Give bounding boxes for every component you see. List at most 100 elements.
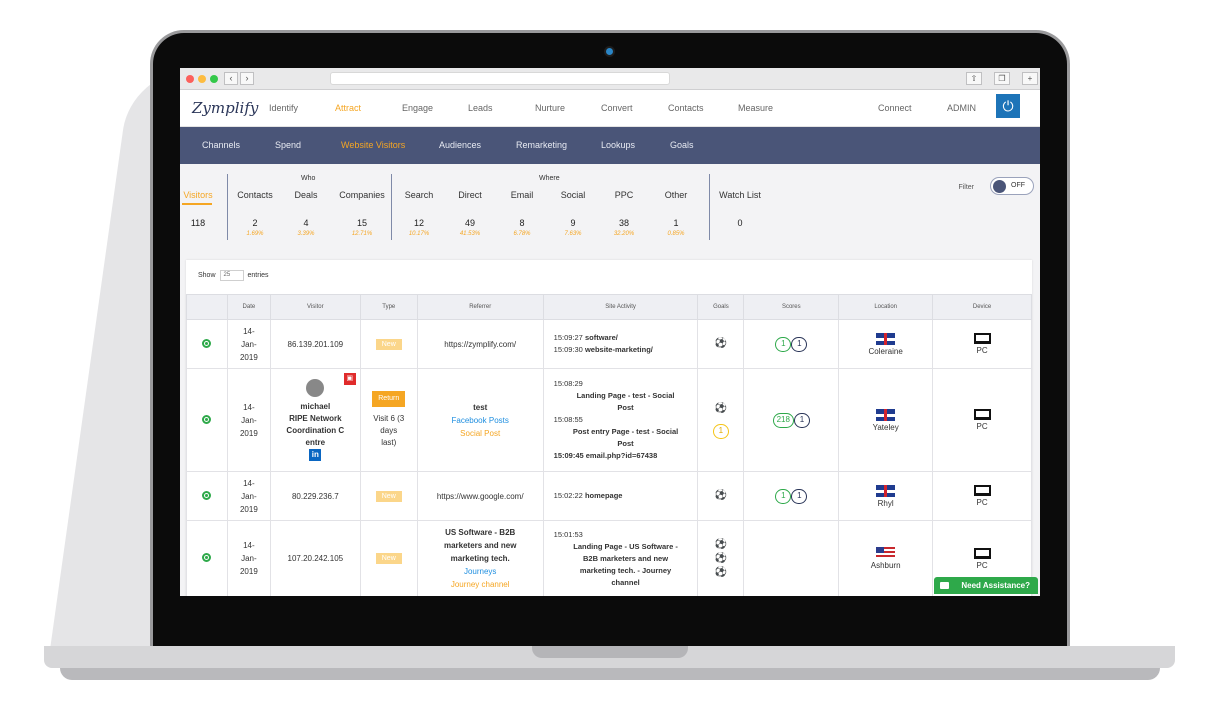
address-bar[interactable] <box>330 72 670 85</box>
column-header-type[interactable]: Type <box>359 294 418 320</box>
stat-label: PPC <box>614 190 634 200</box>
referrer-channel-link[interactable]: Journey channel <box>418 578 543 591</box>
soccer-ball-icon: ⚽ <box>714 566 728 578</box>
referrer-url[interactable]: https://www.google.com/ <box>416 471 544 521</box>
column-header-location[interactable]: Location <box>838 294 934 320</box>
referrer-cell: test Facebook Posts Social Post <box>416 368 544 472</box>
device-name: PC <box>976 422 988 431</box>
column-header-goals[interactable]: Goals <box>697 294 745 320</box>
share-icon[interactable]: ⇧ <box>966 72 982 85</box>
column-header-scores[interactable]: Scores <box>743 294 840 320</box>
stat-label: Search <box>404 190 434 200</box>
online-status-icon[interactable] <box>202 553 212 562</box>
stat-percent: 0.85% <box>667 231 685 237</box>
nav-nurture[interactable]: Nurture <box>535 103 565 113</box>
table-row[interactable]: 14- Jan- 2019 80.229.236.7 New https://w… <box>186 471 1032 521</box>
online-status-icon[interactable] <box>202 338 212 348</box>
goal-count-badge: 1 <box>712 423 729 439</box>
nav-measure[interactable]: Measure <box>738 103 773 113</box>
activity-page[interactable]: Landing Page - US Software - <box>554 541 698 553</box>
activity-page[interactable]: marketing tech. - Journey <box>554 565 698 577</box>
site-activity-cell: 15:08:29 Landing Page - test - Social Po… <box>542 368 699 472</box>
nav-attract[interactable]: Attract <box>335 103 361 113</box>
activity-page[interactable]: channel <box>554 577 698 589</box>
nav-contacts[interactable]: Contacts <box>668 103 704 113</box>
table-row[interactable]: 14- Jan- 2019 86.139.201.109 New https:/… <box>186 319 1032 369</box>
activity-page[interactable]: Landing Page - test - Social <box>554 390 698 402</box>
nav-identify[interactable]: Identify <box>269 103 298 113</box>
date-cell: 14- Jan- 2019 <box>226 520 271 596</box>
visitor-name[interactable]: michael <box>271 401 360 413</box>
score-badge: 218 <box>772 412 794 428</box>
back-arrow-icon[interactable]: ‹ <box>224 72 238 85</box>
subnav-goals[interactable]: Goals <box>670 140 694 150</box>
nav-connect[interactable]: Connect <box>878 103 912 113</box>
minimize-window-icon[interactable] <box>198 74 206 83</box>
subnav-website-visitors[interactable]: Website Visitors <box>341 140 405 150</box>
tabs-icon[interactable]: ❐ <box>994 72 1010 85</box>
subnav-audiences[interactable]: Audiences <box>439 140 481 150</box>
subnav-spend[interactable]: Spend <box>275 140 301 150</box>
app-logo[interactable]: Zymplify <box>192 99 270 117</box>
location-cell: Ashburn <box>838 520 934 596</box>
activity-page[interactable]: Post <box>554 402 698 414</box>
activity-page[interactable]: Post <box>554 438 698 450</box>
activity-time: 15:01:53 <box>553 529 583 539</box>
nav-convert[interactable]: Convert <box>601 103 633 113</box>
online-status-icon[interactable] <box>202 490 212 500</box>
online-status-icon[interactable] <box>202 414 212 424</box>
power-icon[interactable]: ⏻ <box>996 94 1020 118</box>
stat-label: Watch List <box>719 190 761 200</box>
subnav-lookups[interactable]: Lookups <box>601 140 635 150</box>
contact-card-icon[interactable]: ▣ <box>343 373 356 385</box>
need-assistance-button[interactable]: Need Assistance? <box>934 577 1038 594</box>
forward-arrow-icon[interactable]: › <box>240 72 254 85</box>
linkedin-icon[interactable]: in <box>309 449 322 461</box>
soccer-ball-icon: ⚽ <box>714 490 728 501</box>
scores-cell: 11 <box>743 319 840 369</box>
table-row[interactable]: 14- Jan- 2019 107.20.242.105 New US Soft… <box>186 520 1032 596</box>
referrer-source-link[interactable]: Facebook Posts <box>418 414 543 427</box>
stat-value: 49 <box>464 218 475 228</box>
soccer-ball-icon: ⚽ <box>714 538 728 550</box>
subnav-channels[interactable]: Channels <box>202 140 240 150</box>
column-header-referrer[interactable]: Referrer <box>416 294 544 320</box>
activity-page[interactable]: homepage <box>585 491 623 500</box>
nav-leads[interactable]: Leads <box>468 103 493 113</box>
referrer-url[interactable]: https://zymplify.com/ <box>416 319 544 369</box>
table-row[interactable]: 14- Jan- 2019 ▣ michael RIPE Network Coo… <box>186 368 1032 472</box>
new-tab-icon[interactable]: + <box>1022 72 1038 85</box>
score-badge: 1 <box>793 412 810 428</box>
subnav-remarketing[interactable]: Remarketing <box>516 140 567 150</box>
column-header-date[interactable]: Date <box>226 294 271 320</box>
visitors-table: Date Visitor Type Referrer Site Activity… <box>186 294 1032 596</box>
stat-percent: 1.69% <box>246 231 264 237</box>
filter-toggle[interactable]: OFF <box>990 177 1034 195</box>
stat-label: Companies <box>339 190 385 200</box>
referrer-channel-link[interactable]: Social Post <box>418 427 543 440</box>
soccer-ball-icon: ⚽ <box>714 338 728 349</box>
stat-value: 118 <box>190 218 206 228</box>
nav-engage[interactable]: Engage <box>402 103 433 113</box>
column-header-visitor[interactable]: Visitor <box>269 294 361 320</box>
activity-page[interactable]: software/ <box>585 333 618 342</box>
column-header-site-activity[interactable]: Site Activity <box>542 294 699 320</box>
stat-value: 15 <box>356 218 367 228</box>
activity-page[interactable]: B2B marketers and new <box>554 553 698 565</box>
maximize-window-icon[interactable] <box>210 74 218 83</box>
entries-select[interactable]: 25 <box>219 270 244 281</box>
close-window-icon[interactable] <box>186 74 194 83</box>
activity-page[interactable]: Post entry Page - test - Social <box>554 426 698 438</box>
activity-page[interactable]: website-marketing/ <box>585 345 653 354</box>
visitor-cell[interactable]: ▣ michael RIPE Network Coordination C en… <box>269 368 361 472</box>
visitor-ip[interactable]: 86.139.201.109 <box>269 319 361 369</box>
date-cell: 14- Jan- 2019 <box>226 368 271 472</box>
column-header-device[interactable]: Device <box>932 294 1032 320</box>
visitor-ip[interactable]: 107.20.242.105 <box>269 520 361 596</box>
activity-page[interactable]: 15:09:45 email.php?id=67438 <box>554 450 698 462</box>
date-part: Jan- <box>241 415 257 425</box>
visitor-ip[interactable]: 80.229.236.7 <box>269 471 361 521</box>
nav-admin[interactable]: ADMIN <box>947 103 976 113</box>
referrer-source-link[interactable]: Journeys <box>418 565 543 578</box>
laptop-icon <box>973 333 991 344</box>
